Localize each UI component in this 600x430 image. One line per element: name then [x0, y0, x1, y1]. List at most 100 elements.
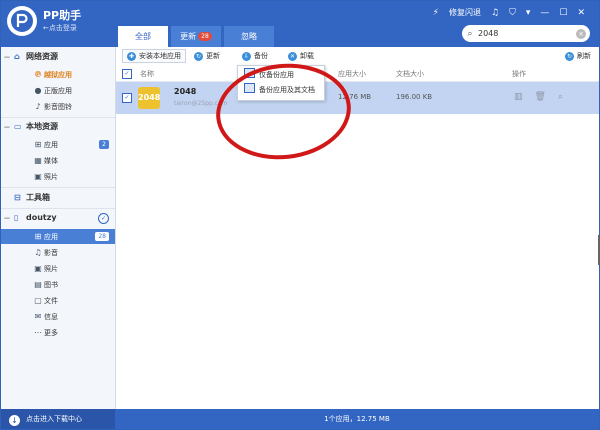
sidebar-item-device-more[interactable]: ⋯ 更多 [1, 325, 115, 340]
device-apps-count-badge: 28 [95, 232, 109, 241]
sidebar-item-device-photos[interactable]: ▣ 照片 [1, 261, 115, 276]
home-icon: ⌂ [14, 52, 20, 61]
backup-row-icon[interactable]: ▥ [514, 92, 523, 102]
sidebar-item-media-ringtones[interactable]: ♪ 影音图铃 [1, 99, 115, 114]
update-icon: ↻ [194, 51, 203, 61]
device-connected-icon: ✓ [98, 213, 109, 224]
divider [1, 208, 115, 209]
table-header: ✓ 名称 应用大小 文档大小 操作 [116, 67, 599, 82]
music-icon[interactable]: ♫ [491, 8, 499, 18]
local-apps-count-badge: 2 [99, 140, 109, 149]
sidebar-item-local-photos[interactable]: ▣ 照片 [1, 169, 115, 184]
item-label: 照片 [44, 173, 58, 181]
button-label: 刷新 [577, 52, 591, 60]
toolbox-icon: ⊟ [14, 193, 21, 202]
shirt-skin-icon[interactable]: ⛉ [509, 8, 516, 18]
sidebar-item-genuine-apps[interactable]: ● 正版应用 [1, 83, 115, 98]
install-icon: ✚ [127, 51, 136, 61]
collapse-caret-icon[interactable]: — [4, 211, 14, 227]
collapse-caret-icon[interactable]: — [4, 50, 14, 66]
clear-search-icon[interactable]: × [576, 28, 586, 39]
refresh-icon: ↻ [565, 51, 574, 61]
monitor-icon: ▭ [14, 122, 22, 131]
main-content: ✚ 安装本地应用 ↻ 更新 ⇩ 备份 ✕ 卸载 ↻ 刷新 ✓ 名称 应用大小 文… [116, 47, 599, 409]
more-dots-icon: ⋯ [34, 328, 42, 337]
search-row-icon[interactable]: ⌕ [558, 92, 563, 102]
backup-button[interactable]: ⇩ 备份 [242, 49, 268, 63]
sidebar-item-jailbreak-apps[interactable]: ℗ 越狱应用 [1, 67, 115, 82]
sidebar-section-network[interactable]: — ⌂ 网络资源 [1, 49, 115, 65]
login-link[interactable]: ←点击登录 [43, 23, 77, 33]
sidebar-item-device-files[interactable]: ▢ 文件 [1, 293, 115, 308]
music-note-icon: ♫ [34, 248, 42, 257]
status-text: 1个应用，12.75 MB [324, 415, 390, 423]
device-name: doutzy [26, 213, 57, 222]
sidebar-item-local-apps[interactable]: ⊞ 应用 2 [1, 137, 115, 152]
photo-icon: ▣ [34, 264, 42, 273]
delete-row-icon[interactable]: 🗑 [535, 92, 546, 102]
status-bar: ↓ 点击进入下载中心 1个应用，12.75 MB [1, 409, 599, 429]
message-icon: ✉ [34, 312, 42, 321]
collapse-caret-icon[interactable]: — [4, 120, 14, 136]
tab-all[interactable]: 全部 [118, 26, 168, 47]
item-label: 越狱应用 [44, 71, 72, 79]
menu-down-icon[interactable]: ▾ [526, 8, 531, 18]
app-window: PP助手 ←点击登录 全部 更新 28 忽略 ⚡ 修复闪退 ♫ ⛉ ▾ — ☐ ✕… [0, 0, 600, 430]
install-local-app-button[interactable]: ✚ 安装本地应用 [122, 49, 186, 63]
button-label: 更新 [206, 52, 220, 60]
tab-ignored[interactable]: 忽略 [224, 26, 274, 47]
title-bar: PP助手 ←点击登录 全部 更新 28 忽略 ⚡ 修复闪退 ♫ ⛉ ▾ — ☐ ✕… [1, 1, 599, 47]
sidebar-item-device-messages[interactable]: ✉ 信息 [1, 309, 115, 324]
file-icon: ▢ [34, 296, 42, 305]
maximize-icon[interactable]: ☐ [559, 8, 567, 18]
button-label: 卸载 [300, 52, 314, 60]
doc-size: 196.00 KB [396, 93, 433, 101]
item-label: 正版应用 [44, 87, 72, 95]
fix-crash-button[interactable]: 修复闪退 [449, 7, 481, 18]
sidebar-item-device-media[interactable]: ♫ 影音 [1, 245, 115, 260]
download-center-button[interactable]: ↓ 点击进入下载中心 [1, 409, 115, 429]
pp-logo-icon[interactable] [7, 6, 37, 36]
photo-icon: ▣ [34, 172, 42, 181]
tab-label: 全部 [135, 32, 151, 41]
update-button[interactable]: ↻ 更新 [194, 49, 220, 63]
tab-updates[interactable]: 更新 28 [171, 26, 221, 47]
item-label: 影音图铃 [44, 103, 72, 111]
sidebar: — ⌂ 网络资源 ℗ 越狱应用 ● 正版应用 ♪ 影音图铃 — ▭ 本地资源 ⊞ 应用 2 ▦ 媒… [1, 47, 116, 409]
divider [1, 187, 115, 188]
refresh-button[interactable]: ↻ 刷新 [565, 49, 591, 63]
item-label: 文件 [44, 297, 58, 305]
item-label: 照片 [44, 265, 58, 273]
film-icon: ▦ [34, 156, 42, 165]
uninstall-button[interactable]: ✕ 卸载 [288, 49, 314, 63]
close-icon[interactable]: ✕ [577, 8, 585, 18]
backup-icon: ⇩ [242, 51, 251, 61]
table-row[interactable]: ✓ 2048 2048 tairon@25pp.com 12.76 MB 196… [116, 82, 599, 114]
grid-icon: ⊞ [34, 140, 42, 149]
item-label: 媒体 [44, 157, 58, 165]
sidebar-item-device-books[interactable]: ▤ 图书 [1, 277, 115, 292]
sidebar-section-toolbox[interactable]: ⊟ 工具箱 [1, 190, 115, 206]
select-all-checkbox[interactable]: ✓ [122, 69, 132, 79]
column-name[interactable]: 名称 [140, 69, 154, 79]
flash-icon[interactable]: ⚡ [433, 8, 439, 18]
sidebar-item-local-media[interactable]: ▦ 媒体 [1, 153, 115, 168]
minimize-icon[interactable]: — [540, 8, 549, 18]
pp-icon: ℗ [34, 70, 42, 79]
tab-bar: 全部 更新 28 忽略 [118, 26, 274, 47]
update-count-badge: 28 [198, 32, 212, 41]
column-doc-size[interactable]: 文档大小 [396, 69, 424, 79]
section-label: 网络资源 [26, 52, 58, 61]
music-note-icon: ♪ [35, 102, 41, 111]
sidebar-section-device[interactable]: — ▯ doutzy ✓ [1, 210, 115, 226]
sidebar-item-device-apps[interactable]: ⊞ 应用 28 [1, 229, 115, 244]
search-value[interactable]: 2048 [478, 29, 576, 38]
section-label: 工具箱 [26, 193, 50, 202]
row-actions: ▥ 🗑 ⌕ [514, 92, 563, 102]
grid-icon: ⊞ [34, 232, 42, 241]
row-checkbox[interactable]: ✓ [122, 93, 132, 103]
search-input[interactable]: ⌕ 2048 × [462, 25, 590, 42]
column-app-size[interactable]: 应用大小 [338, 69, 366, 79]
search-icon: ⌕ [467, 28, 473, 39]
sidebar-section-local[interactable]: — ▭ 本地资源 [1, 119, 115, 135]
